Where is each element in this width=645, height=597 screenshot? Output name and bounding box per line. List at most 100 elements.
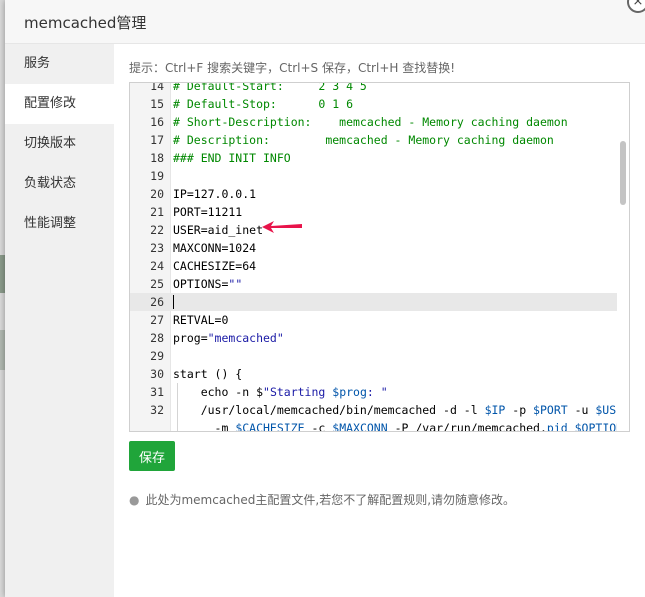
code-text: /usr/local/memcached/bin/memcached -d -l… (173, 401, 629, 419)
line-number: 16 (150, 115, 164, 129)
editor-scrollbar-thumb[interactable] (620, 141, 626, 205)
sidebar-item-config[interactable]: 配置修改 (5, 84, 114, 124)
code-text: CACHESIZE=64 (173, 257, 256, 275)
code-line[interactable]: 29 (130, 347, 629, 365)
line-number: 31 (150, 385, 164, 399)
code-line[interactable]: 14 # Default-Start: 2 3 4 5 (130, 82, 629, 95)
line-number: 27 (150, 313, 164, 327)
code-token: # Default-Stop: 0 1 6 (173, 97, 354, 111)
line-number: 20 (150, 187, 164, 201)
code-token: CACHESIZE=64 (173, 259, 257, 273)
sidebar-item-performance[interactable]: 性能调整 (5, 204, 114, 244)
line-number: 21 (150, 205, 164, 219)
code-line[interactable]: 17 # Description: memcached - Memory cach… (130, 131, 629, 149)
code-token: : " (366, 385, 388, 399)
line-number: 28 (150, 331, 164, 345)
line-number: 26 (150, 295, 164, 309)
line-number: 29 (150, 349, 164, 363)
line-number: 25 (150, 277, 164, 291)
save-button[interactable]: 保存 (129, 441, 175, 471)
line-number: 24 (150, 259, 164, 273)
code-text: IP=127.0.0.1 (173, 185, 256, 203)
code-token: /usr/local/memcached/bin/memcached -d -l (173, 403, 485, 417)
code-line[interactable]: 20 IP=127.0.0.1 (130, 185, 629, 203)
line-number: 23 (150, 241, 164, 255)
code-line[interactable]: 32 /usr/local/memcached/bin/memcached -d… (130, 401, 629, 419)
code-text: RETVAL=0 (173, 311, 228, 329)
code-token: $IP (484, 403, 506, 417)
code-token: -p (505, 403, 534, 417)
code-token: "memcached" (207, 331, 284, 345)
dialog-title: memcached管理 (24, 14, 147, 32)
indent-guide (177, 383, 178, 401)
code-line[interactable]: 27 RETVAL=0 (130, 311, 629, 329)
code-text: start () { (173, 365, 242, 383)
code-token: IP=127.0.0.1 (173, 187, 257, 201)
line-number: 32 (150, 403, 164, 417)
code-token: USER=aid_inet (173, 223, 264, 237)
code-line[interactable]: 19 (130, 167, 629, 185)
memcached-dialog: memcached管理 × 服务 配置修改 切换版本 负载状态 性能调整 提示：… (5, 0, 645, 597)
code-text: prog="memcached" (173, 329, 284, 347)
code-token: -c (304, 421, 333, 432)
code-line[interactable]: 25 OPTIONS="" (130, 275, 629, 293)
sidebar-item-service[interactable]: 服务 (5, 44, 114, 84)
code-token: start () { (173, 367, 243, 381)
code-editor[interactable]: 14 # Default-Start: 2 3 4 5 15 # Default-St… (129, 82, 630, 432)
code-text: MAXCONN=1024 (173, 239, 256, 257)
sidebar-item-switch-version[interactable]: 切换版本 (5, 124, 114, 164)
code-text: OPTIONS="" (173, 275, 242, 293)
code-token: $MAXCONN (332, 421, 388, 432)
code-token: $prog (332, 385, 367, 399)
code-line[interactable]: 30 start () { (130, 365, 629, 383)
code-line[interactable]: 23 MAXCONN=1024 (130, 239, 629, 257)
code-token: -P /var/run/memcached. (387, 421, 547, 432)
dialog-header: memcached管理 (5, 0, 645, 44)
code-token: "Starting (263, 385, 333, 399)
code-line[interactable]: 18 ### END INIT INFO (130, 149, 629, 167)
code-line[interactable]: 16 # Short-Description: memcached - Memor… (130, 113, 629, 131)
code-text: # Description: memcached - Memory cachin… (173, 131, 554, 149)
code-area[interactable]: 14 # Default-Start: 2 3 4 5 15 # Default-St… (130, 82, 629, 432)
note-text: 此处为memcached主配置文件,若您不了解配置规则,请勿随意修改。 (145, 493, 516, 507)
code-token: -u (567, 403, 596, 417)
code-token: # Default-Start: 2 3 4 5 (173, 82, 367, 93)
config-note: ● 此处为memcached主配置文件,若您不了解配置规则,请勿随意修改。 (129, 491, 515, 508)
code-line[interactable]: 21 PORT=11211 (130, 203, 629, 221)
code-token: $PORT (533, 403, 568, 417)
code-token: echo -n $ (173, 385, 264, 399)
line-number: 14 (150, 82, 164, 93)
code-token: $CACHESIZE (235, 421, 305, 432)
text-cursor (173, 295, 174, 309)
sidebar-item-load-status[interactable]: 负载状态 (5, 164, 114, 204)
indent-guide (177, 401, 178, 419)
code-line[interactable]: 24 CACHESIZE=64 (130, 257, 629, 275)
line-number: 19 (150, 169, 164, 183)
code-line[interactable]: -m $CACHESIZE -c $MAXCONN -P /var/run/me… (130, 419, 629, 432)
sidebar: 服务 配置修改 切换版本 负载状态 性能调整 (5, 44, 114, 597)
code-text: # Default-Stop: 0 1 6 (173, 95, 353, 113)
code-text: PORT=11211 (173, 203, 242, 221)
code-token: MAXCONN=1024 (173, 241, 257, 255)
line-number: 17 (150, 133, 164, 147)
code-line[interactable]: 26 (130, 293, 629, 311)
code-text: ### END INIT INFO (173, 149, 291, 167)
code-text: # Short-Description: memcached - Memory … (173, 113, 568, 131)
code-text: echo -n $"Starting $prog: " (173, 383, 388, 401)
code-token: -m (173, 421, 236, 432)
line-number: 22 (150, 223, 164, 237)
code-line[interactable]: 15 # Default-Stop: 0 1 6 (130, 95, 629, 113)
code-line[interactable]: 22 USER=aid_inet (130, 221, 629, 239)
code-line[interactable]: 31 echo -n $"Starting $prog: " (130, 383, 629, 401)
code-token: RETVAL=0 (173, 313, 229, 327)
line-number: 15 (150, 97, 164, 111)
code-token: OPTIONS= (173, 277, 229, 291)
code-token: PORT=11211 (173, 205, 243, 219)
code-text: -m $CACHESIZE -c $MAXCONN -P /var/run/me… (173, 419, 629, 432)
code-token: # Short-Description: memcached - Memory … (173, 115, 568, 129)
editor-tip: 提示：Ctrl+F 搜索关键字，Ctrl+S 保存，Ctrl+H 查找替换! (129, 61, 456, 75)
line-number: 18 (150, 151, 164, 165)
line-number: 30 (150, 367, 164, 381)
code-line[interactable]: 28 prog="memcached" (130, 329, 629, 347)
editor-scrollbar[interactable] (617, 83, 629, 431)
